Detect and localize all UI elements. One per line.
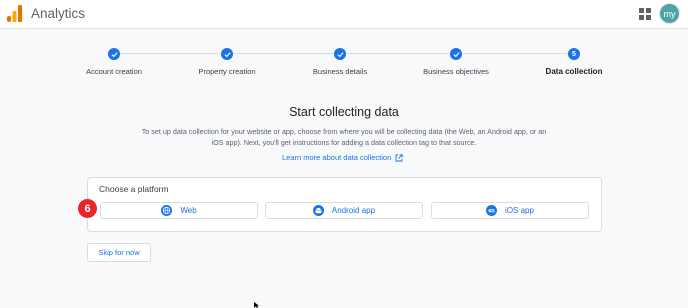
ios-label: iOS app [505, 206, 534, 215]
globe-icon [161, 205, 173, 216]
app-title: Analytics [31, 6, 86, 21]
skip-for-now-button[interactable]: Skip for now [87, 243, 151, 262]
page-description: To set up data collection for your websi… [141, 127, 547, 147]
platform-card: Choose a platform Web Android app iOS ap… [87, 177, 602, 232]
step-number: 5 [568, 48, 580, 60]
check-icon [450, 48, 462, 60]
ios-platform-button[interactable]: iOS app [431, 202, 589, 219]
top-bar: Analytics my [0, 0, 688, 29]
android-platform-button[interactable]: Android app [265, 202, 423, 219]
step-data-collection: 5 Data collection [504, 44, 644, 76]
step-badge: 6 [78, 199, 97, 218]
android-icon [312, 205, 324, 216]
step-label: Data collection [545, 67, 603, 76]
analytics-logo-icon[interactable] [7, 5, 22, 22]
learn-more-label: Learn more about data collection [282, 153, 392, 162]
avatar[interactable]: my [660, 4, 679, 23]
setup-stepper: Account creation Property creation Busin… [0, 44, 688, 84]
page-title: Start collecting data [289, 105, 399, 119]
check-icon [221, 48, 233, 60]
android-label: Android app [331, 206, 376, 215]
mouse-cursor-icon [254, 302, 259, 308]
learn-more-link[interactable]: Learn more about data collection [282, 153, 403, 162]
ios-icon [486, 205, 498, 216]
check-icon [334, 48, 346, 60]
apps-grid-icon[interactable] [639, 8, 651, 20]
external-link-icon [395, 153, 403, 161]
web-platform-button[interactable]: Web [100, 202, 258, 219]
web-label: Web [180, 206, 197, 215]
card-title: Choose a platform [99, 184, 169, 194]
check-icon [108, 48, 120, 60]
